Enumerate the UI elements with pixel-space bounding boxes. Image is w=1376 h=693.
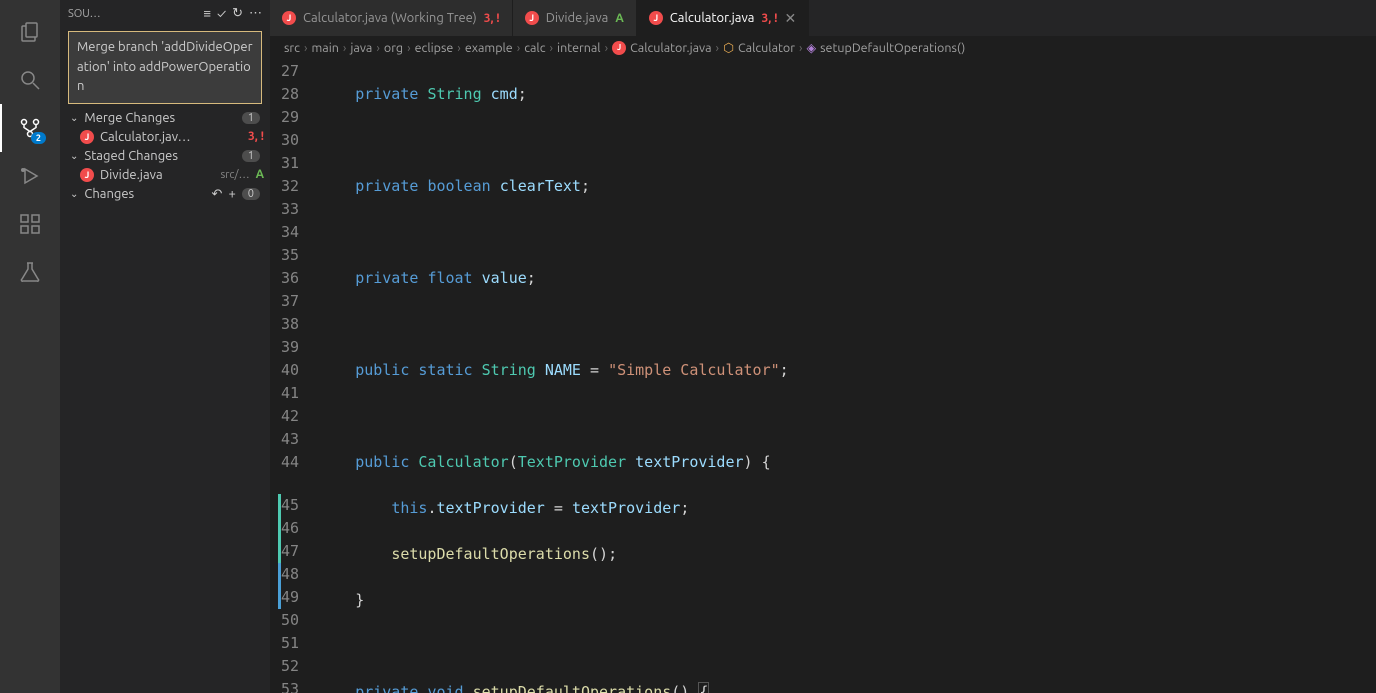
debug-icon	[18, 164, 42, 188]
java-file-icon: J	[649, 11, 663, 25]
breadcrumb-part[interactable]: eclipse	[415, 41, 454, 55]
search-icon	[18, 68, 42, 92]
refresh-icon[interactable]: ↻	[232, 6, 243, 21]
merge-changes-label: Merge Changes	[84, 111, 235, 125]
staged-file-name: Divide.java	[100, 168, 215, 182]
explorer-tab[interactable]	[6, 8, 54, 56]
staged-changes-label: Staged Changes	[84, 149, 235, 163]
tab-label: Divide.java	[546, 11, 609, 25]
code-content[interactable]: private String cmd; private boolean clea…	[313, 60, 1376, 693]
breadcrumb-part[interactable]: src	[284, 41, 300, 55]
commit-message-input[interactable]: Merge branch 'addDivideOperation' into a…	[68, 31, 262, 104]
merge-changes-count: 1	[242, 112, 260, 124]
tab-status: 3, !	[762, 12, 778, 25]
staged-file-status: A	[256, 168, 264, 181]
tab-status: 3, !	[484, 12, 500, 25]
debug-tab[interactable]	[6, 152, 54, 200]
java-file-icon: J	[282, 11, 296, 25]
java-file-icon: J	[80, 168, 94, 182]
merge-changes-section[interactable]: ⌄ Merge Changes 1	[60, 108, 270, 128]
breadcrumb-part[interactable]: calc	[524, 41, 545, 55]
changes-section[interactable]: ⌄ Changes ↶ + 0	[60, 184, 270, 205]
source-control-tab[interactable]: 2	[6, 104, 54, 152]
sidebar-header: SOU… ≡ ✓ ↻ ⋯	[60, 0, 270, 27]
merge-file-status: 3, !	[248, 130, 264, 143]
line-gutter: 27 28 29 30 31 32 33 34 35 36 37 38 39 4…	[270, 60, 313, 693]
breadcrumb-part[interactable]: org	[384, 41, 403, 55]
breadcrumb-method[interactable]: setupDefaultOperations()	[820, 41, 965, 55]
breadcrumb-part[interactable]: main	[311, 41, 338, 55]
testing-tab[interactable]	[6, 248, 54, 296]
extensions-tab[interactable]	[6, 200, 54, 248]
discard-all-icon[interactable]: ↶	[212, 187, 223, 202]
tab-calculator[interactable]: J Calculator.java 3, ! ✕	[637, 0, 809, 36]
chevron-down-icon: ⌄	[70, 150, 78, 162]
scm-badge: 2	[31, 132, 46, 144]
code-editor[interactable]: 27 28 29 30 31 32 33 34 35 36 37 38 39 4…	[270, 60, 1376, 693]
stage-all-icon[interactable]: +	[228, 187, 235, 201]
tab-divide[interactable]: J Divide.java A	[513, 0, 637, 36]
chevron-down-icon: ⌄	[70, 112, 78, 124]
breadcrumb-class[interactable]: Calculator	[738, 41, 795, 55]
tab-label: Calculator.java	[670, 11, 755, 25]
breadcrumb-part[interactable]: internal	[557, 41, 601, 55]
class-icon: ⬡	[723, 40, 734, 55]
search-tab[interactable]	[6, 56, 54, 104]
changes-label: Changes	[84, 187, 205, 201]
merge-file-name: Calculator.jav…	[100, 130, 242, 144]
source-control-sidebar: SOU… ≡ ✓ ↻ ⋯ Merge branch 'addDivideOper…	[60, 0, 270, 693]
merge-file-row[interactable]: J Calculator.jav… 3, !	[60, 128, 270, 146]
breadcrumb-part[interactable]: java	[350, 41, 372, 55]
activity-bar: 2	[0, 0, 60, 693]
view-as-tree-icon[interactable]: ≡	[203, 6, 211, 21]
chevron-down-icon: ⌄	[70, 188, 78, 200]
method-icon: ◈	[807, 40, 817, 55]
java-file-icon: J	[525, 11, 539, 25]
close-icon[interactable]: ✕	[784, 10, 796, 27]
java-file-icon: J	[80, 130, 94, 144]
breadcrumb-file[interactable]: Calculator.java	[630, 41, 711, 55]
staged-changes-section[interactable]: ⌄ Staged Changes 1	[60, 146, 270, 166]
commit-icon[interactable]: ✓	[217, 7, 226, 21]
sidebar-title: SOU…	[68, 8, 197, 20]
staged-changes-count: 1	[242, 150, 260, 162]
changes-count: 0	[242, 188, 260, 200]
tab-calculator-working-tree[interactable]: J Calculator.java (Working Tree) 3, !	[270, 0, 513, 36]
extensions-icon	[18, 212, 42, 236]
flask-icon	[18, 260, 42, 284]
more-actions-icon[interactable]: ⋯	[249, 6, 262, 21]
breadcrumb-part[interactable]: example	[465, 41, 513, 55]
editor-tabs: J Calculator.java (Working Tree) 3, ! J …	[270, 0, 1376, 36]
files-icon	[18, 20, 42, 44]
editor-area: J Calculator.java (Working Tree) 3, ! J …	[270, 0, 1376, 693]
staged-file-path: src/…	[221, 169, 250, 181]
java-file-icon: J	[612, 41, 626, 55]
tab-status: A	[615, 12, 623, 25]
breadcrumb[interactable]: src› main› java› org› eclipse› example› …	[270, 36, 1376, 60]
staged-file-row[interactable]: J Divide.java src/… A	[60, 166, 270, 184]
tab-label: Calculator.java (Working Tree)	[303, 11, 477, 25]
